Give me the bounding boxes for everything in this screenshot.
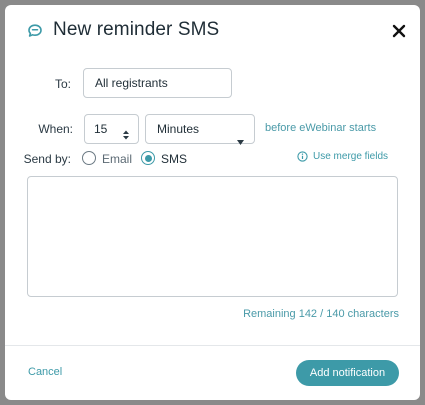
when-unit-select[interactable]: Minutes (145, 114, 255, 145)
when-number-value: 15 (94, 122, 108, 136)
radio-email-label[interactable]: Email (102, 152, 132, 166)
send-by-label: Send by: (23, 152, 71, 166)
close-icon[interactable] (390, 22, 408, 40)
merge-fields-label: Use merge fields (313, 151, 389, 162)
radio-sms[interactable] (141, 151, 155, 165)
chevron-down-icon (237, 127, 244, 145)
character-count: Remaining 142 / 140 characters (243, 308, 399, 320)
modal-title: New reminder SMS (53, 19, 220, 40)
modal-header: New reminder SMS (5, 5, 420, 57)
footer-divider (5, 345, 420, 346)
use-merge-fields-link[interactable]: Use merge fields (297, 151, 388, 162)
add-notification-button[interactable]: Add notification (296, 360, 399, 386)
cancel-button[interactable]: Cancel (28, 366, 62, 378)
stepper-arrows-icon[interactable] (122, 123, 130, 140)
when-label: When: (38, 122, 73, 136)
when-suffix-text: before eWebinar starts (265, 122, 377, 134)
when-number-input[interactable]: 15 (84, 114, 139, 144)
radio-sms-label[interactable]: SMS (161, 152, 187, 166)
message-textarea[interactable] (27, 176, 398, 297)
to-label: To: (54, 77, 71, 91)
to-field[interactable]: All registrants (83, 68, 232, 98)
when-unit-value: Minutes (157, 122, 200, 136)
chat-bubble-icon (27, 23, 43, 39)
radio-email[interactable] (82, 151, 96, 165)
info-icon (297, 151, 308, 162)
reminder-modal: New reminder SMS To: All registrants Whe… (5, 5, 420, 400)
